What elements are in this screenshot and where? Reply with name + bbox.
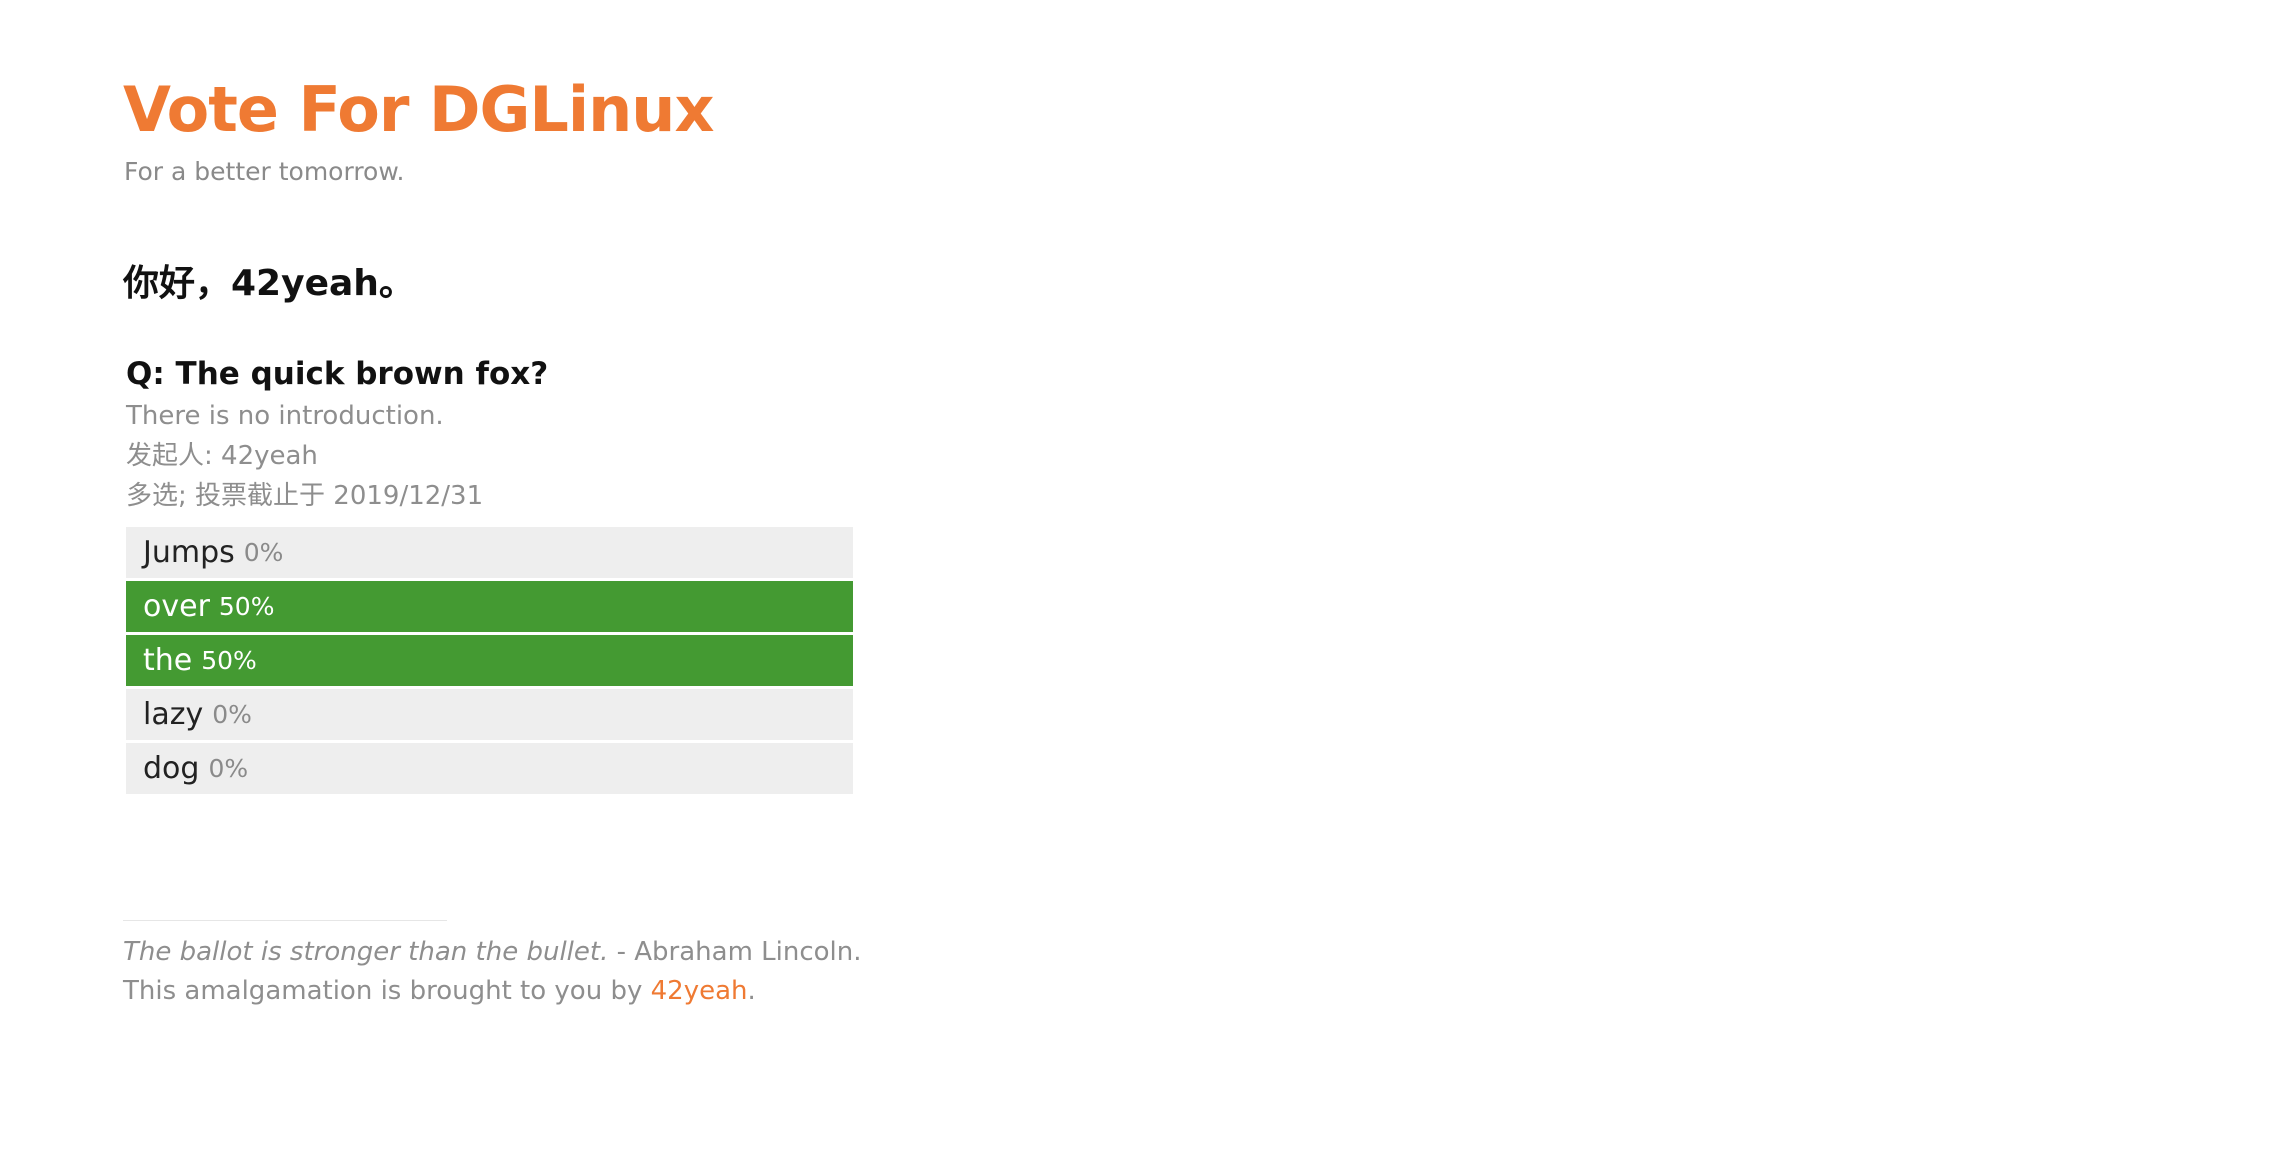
poll-option-the[interactable]: the 50% [126,635,853,686]
option-percent: 0% [208,754,249,783]
option-label: over [143,589,210,624]
footer-credit-suffix: . [747,976,756,1006]
option-percent: 0% [212,700,252,729]
option-label: Jumps [143,535,235,570]
site-subtitle: For a better tomorrow. [124,157,405,186]
poll-option-lazy[interactable]: lazy 0% [126,689,853,740]
option-percent: 0% [243,538,284,567]
option-percent: 50% [218,592,275,621]
poll-introduction: There is no introduction. [126,401,444,431]
poll-option-dog[interactable]: dog 0% [126,743,853,794]
option-label: lazy [143,697,204,732]
footer-divider [123,920,447,921]
poll-option-jumps[interactable]: Jumps 0% [126,527,853,578]
poll-question: Q: The quick brown fox? [126,356,549,392]
author-link[interactable]: 42yeah [651,976,748,1006]
poll-card: Q: The quick brown fox? There is no intr… [126,352,853,797]
poll-mode-deadline: 多选; 投票截止于 2019/12/31 [126,481,484,511]
option-percent: 50% [201,646,257,675]
footer-credit-prefix: This amalgamation is brought to you by [123,976,651,1006]
footer-quote-line: The ballot is stronger than the bullet. … [123,933,862,972]
poll-option-over[interactable]: over 50% [126,581,853,632]
footer: The ballot is stronger than the bullet. … [123,933,862,1011]
user-greeting: 你好，42yeah。 [123,263,415,304]
poll-initiator: 发起人: 42yeah [126,441,318,471]
option-label: dog [143,751,200,786]
footer-attribution: - Abraham Lincoln. [608,937,862,967]
footer-quote: The ballot is stronger than the bullet. [123,937,609,967]
site-title: Vote For DGLinux [123,73,714,146]
footer-credit-line: This amalgamation is brought to you by 4… [123,972,862,1011]
poll-options: Jumps 0% over 50% the 50% lazy 0% dog 0% [126,527,853,794]
option-label: the [143,643,193,678]
